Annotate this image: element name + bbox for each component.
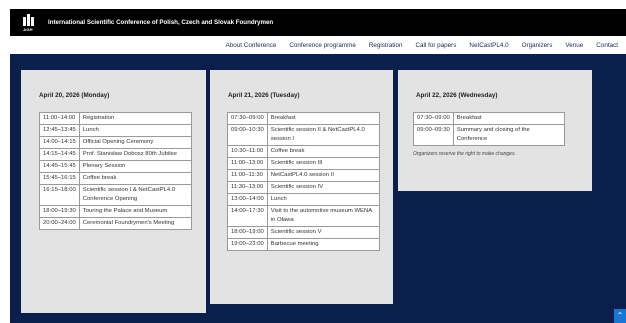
logo-text: AGH xyxy=(23,26,33,32)
header-bar: AGH International Scientific Conference … xyxy=(10,9,626,36)
table-row: 16:15–18:00 Scientific session I & NetCas… xyxy=(39,184,193,206)
event-cell: Ceremonial Foundrymen's Meeting xyxy=(78,217,193,230)
table-row: 19:00–23:00 Barbecue meeting xyxy=(227,238,381,251)
table-row: 11:00–13:00 Scientific session III xyxy=(227,157,381,170)
table-row: 07:30–09:00 Breakfast xyxy=(227,112,381,125)
site-title[interactable]: International Scientific Conference of P… xyxy=(48,19,273,26)
event-cell: Touring the Palace and Museum xyxy=(78,205,193,218)
table-row: 11:00–14:00 Registration xyxy=(39,112,193,125)
table-row: 09:00–09:30 Summary and closing of the Co… xyxy=(413,124,566,146)
nav-contact[interactable]: Contact xyxy=(596,42,618,49)
time-cell: 11:00–13:00 xyxy=(227,157,268,170)
time-cell: 14:00–14:15 xyxy=(39,136,80,149)
agh-logo[interactable]: AGH xyxy=(14,9,42,36)
time-cell: 10:30–11:00 xyxy=(227,145,268,158)
event-cell: Scientific session II & NetCastPL4.0 ses… xyxy=(266,124,381,146)
nav-call-for-papers[interactable]: Call for papers xyxy=(415,42,456,49)
table-row: 13:00–14:00 Lunch xyxy=(227,193,381,206)
table-row: 10:30–11:00 Coffee break xyxy=(227,145,381,158)
time-cell: 14:15–14:45 xyxy=(39,148,80,161)
event-cell: Scientific session V xyxy=(266,226,381,239)
time-cell: 12:45–13:45 xyxy=(39,124,80,137)
nav-about[interactable]: About Conference xyxy=(226,42,277,49)
table-row: 14:00–14:15 Official Opening Ceremony xyxy=(39,136,193,149)
event-cell: Scientific session IV xyxy=(266,181,381,194)
main-nav: About Conference Conference programme Re… xyxy=(10,36,626,54)
table-row: 14:00–17:30 Visit to the automotive museu… xyxy=(227,205,381,227)
time-cell: 16:15–18:00 xyxy=(39,184,80,206)
time-cell: 11:00–14:00 xyxy=(39,112,80,125)
table-row: 12:45–13:45 Lunch xyxy=(39,124,193,137)
event-cell: Plenary Session xyxy=(78,160,193,173)
table-row: 11:30–13:00 Scientific session IV xyxy=(227,181,381,194)
time-cell: 13:00–14:00 xyxy=(227,193,268,206)
table-row: 15:45–16:15 Coffee break xyxy=(39,172,193,185)
schedule-table: 11:00–14:00 Registration 12:45–13:45 Lunch… xyxy=(39,112,193,230)
event-cell: Lunch xyxy=(78,124,193,137)
event-cell: Official Opening Ceremony xyxy=(78,136,193,149)
event-cell: Visit to the automotive museum WENA in O… xyxy=(266,205,381,227)
time-cell: 18:00–19:00 xyxy=(227,226,268,239)
day-title: April 20, 2026 (Monday) xyxy=(39,92,110,99)
day-card-wednesday: April 22, 2026 (Wednesday) 07:30–09:00 Br… xyxy=(398,70,592,191)
event-cell: Lunch xyxy=(266,193,381,206)
time-cell: 07:30–09:00 xyxy=(413,112,454,125)
event-cell: Coffee break xyxy=(266,145,381,158)
time-cell: 14:00–17:30 xyxy=(227,205,268,227)
event-cell: Prof. Stanisław Dobosz 80th Jubilee xyxy=(78,148,193,161)
table-row: 14:45–15:45 Plenary Session xyxy=(39,160,193,173)
day-title: April 22, 2026 (Wednesday) xyxy=(416,92,498,99)
time-cell: 11:00–11:30 xyxy=(227,169,268,182)
time-cell: 09:00–09:30 xyxy=(413,124,454,146)
logo-mark-icon xyxy=(22,13,34,26)
nav-netcast[interactable]: NetCastPL4.0 xyxy=(469,42,508,49)
time-cell: 09:00–10:30 xyxy=(227,124,268,146)
table-row: 18:00–19:30 Touring the Palace and Museum xyxy=(39,205,193,218)
time-cell: 19:00–23:00 xyxy=(227,238,268,251)
schedule-table: 07:30–09:00 Breakfast 09:00–10:30 Scientif… xyxy=(227,112,381,251)
event-cell: Scientific session III xyxy=(266,157,381,170)
event-cell: Breakfast xyxy=(266,112,381,125)
event-cell: NetCastPL4.0 session II xyxy=(266,169,381,182)
table-row: 20:00–24:00 Ceremonial Foundrymen's Meeti… xyxy=(39,217,193,230)
event-cell: Coffee break xyxy=(78,172,193,185)
nav-venue[interactable]: Venue xyxy=(565,42,583,49)
time-cell: 18:00–19:30 xyxy=(39,205,80,218)
event-cell: Barbecue meeting xyxy=(266,238,381,251)
time-cell: 20:00–24:00 xyxy=(39,217,80,230)
table-row: 09:00–10:30 Scientific session II & NetCa… xyxy=(227,124,381,146)
event-cell: Summary and closing of the Conference xyxy=(452,124,566,146)
nav-programme[interactable]: Conference programme xyxy=(289,42,356,49)
day-card-tuesday: April 21, 2026 (Tuesday) 07:30–09:00 Brea… xyxy=(210,70,393,304)
time-cell: 14:45–15:45 xyxy=(39,160,80,173)
table-row: 18:00–19:00 Scientific session V xyxy=(227,226,381,239)
event-cell: Breakfast xyxy=(452,112,566,125)
disclaimer-note: Organizers reserve the right to make cha… xyxy=(413,151,516,157)
time-cell: 15:45–16:15 xyxy=(39,172,80,185)
day-title: April 21, 2026 (Tuesday) xyxy=(228,92,300,99)
table-row: 07:30–09:00 Breakfast xyxy=(413,112,566,125)
programme-section: April 20, 2026 (Monday) 11:00–14:00 Regis… xyxy=(10,54,626,323)
nav-registration[interactable]: Registration xyxy=(369,42,403,49)
time-cell: 07:30–09:00 xyxy=(227,112,268,125)
table-row: 14:15–14:45 Prof. Stanisław Dobosz 80th J… xyxy=(39,148,193,161)
table-row: 11:00–11:30 NetCastPL4.0 session II xyxy=(227,169,381,182)
day-card-monday: April 20, 2026 (Monday) 11:00–14:00 Regis… xyxy=(21,70,206,313)
time-cell: 11:30–13:00 xyxy=(227,181,268,194)
event-cell: Registration xyxy=(78,112,193,125)
schedule-table: 07:30–09:00 Breakfast 09:00–09:30 Summary … xyxy=(413,112,566,146)
chevron-up-icon[interactable]: ⌃ xyxy=(614,309,626,323)
event-cell: Scientific session I & NetCastPL4.0 Conf… xyxy=(78,184,193,206)
nav-organizers[interactable]: Organizers xyxy=(522,42,553,49)
